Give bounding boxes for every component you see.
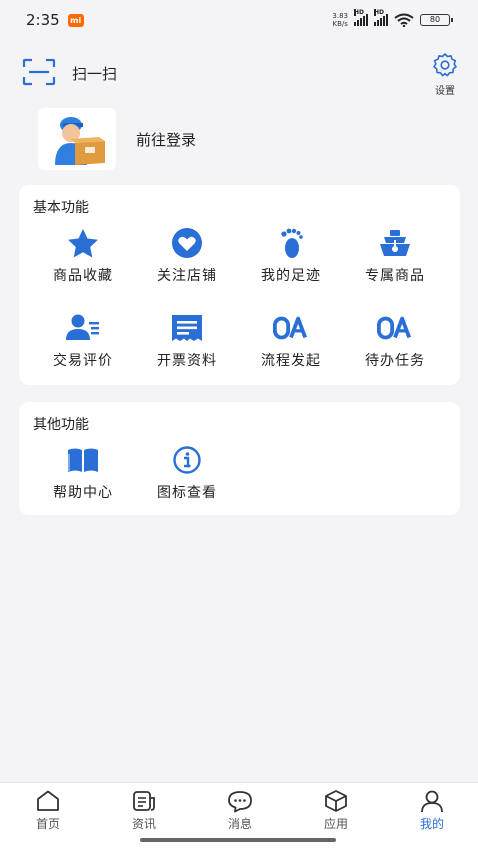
tab-messages[interactable]: 消息: [192, 789, 288, 832]
tab-label: 消息: [227, 817, 252, 831]
avatar[interactable]: [38, 108, 116, 170]
profile-login[interactable]: 前往登录: [38, 108, 196, 170]
start-process-item[interactable]: 流程发起: [239, 312, 343, 370]
status-bar: 2:35 mi 3.83 KB/s HD HD 80: [0, 0, 478, 40]
tab-home[interactable]: 首页: [0, 789, 96, 832]
followed-stores-item[interactable]: 关注店铺: [135, 227, 239, 285]
tab-mine[interactable]: 我的: [384, 789, 478, 832]
battery-icon: 80: [420, 14, 453, 26]
invoice-info-item[interactable]: 开票资料: [135, 312, 239, 370]
scan-icon[interactable]: [22, 58, 56, 86]
tab-label: 应用: [323, 817, 348, 831]
footprint-icon: [281, 228, 303, 258]
delivery-person-avatar-icon: [55, 117, 105, 165]
signal-hd-label: HD: [374, 9, 385, 16]
grid-item-label: 专属商品: [365, 268, 425, 284]
home-indicator[interactable]: [140, 838, 336, 842]
news-icon: [133, 791, 155, 811]
grid-item-label: 帮助中心: [53, 485, 113, 501]
signal-icon: HD: [354, 9, 368, 26]
profile-icon: [421, 790, 443, 813]
oa-icon: [377, 316, 411, 340]
settings-button[interactable]: 设置: [430, 52, 460, 97]
message-icon: [228, 791, 252, 813]
icon-view-item[interactable]: 图标查看: [135, 444, 239, 502]
grid-item-label: 交易评价: [53, 353, 113, 369]
login-link[interactable]: 前往登录: [136, 129, 196, 150]
settings-label: 设置: [435, 86, 455, 97]
network-speed-unit: KB/s: [332, 20, 348, 28]
network-speed-value: 3.83: [332, 12, 348, 20]
tab-news[interactable]: 资讯: [96, 789, 192, 832]
tab-label: 首页: [35, 817, 60, 831]
grid-item-label: 流程发起: [261, 353, 321, 369]
other-functions-card: 其他功能 帮助中心 图标查看: [19, 402, 460, 515]
exclusive-goods-icon: [380, 230, 410, 256]
network-speed: 3.83 KB/s: [332, 12, 348, 28]
basic-functions-card: 基本功能 商品收藏 关注店铺 我的足迹 专属商品 交易评价 开票资料 流程发起 …: [19, 185, 460, 385]
tab-label: 资讯: [131, 817, 156, 831]
gear-icon: [433, 53, 457, 77]
top-bar: 扫一扫 设置: [0, 50, 478, 100]
signal-hd-label: HD: [354, 9, 365, 16]
grid-item-label: 商品收藏: [53, 268, 113, 284]
grid-item-label: 我的足迹: [261, 268, 321, 284]
grid-item-label: 图标查看: [157, 485, 217, 501]
signal-icon: HD: [374, 9, 388, 26]
invoice-icon: [172, 315, 202, 341]
tab-label: 我的: [419, 817, 444, 831]
scan-label[interactable]: 扫一扫: [72, 63, 117, 84]
app-box-icon: [325, 790, 347, 812]
heart-icon: [172, 228, 202, 258]
section-title: 其他功能: [33, 417, 89, 433]
oa-icon: [273, 316, 307, 340]
clock: 2:35: [26, 11, 60, 29]
star-icon: [68, 229, 98, 258]
exclusive-goods-item[interactable]: 专属商品: [343, 227, 447, 285]
mi-notification-icon: mi: [67, 13, 84, 27]
grid-item-label: 开票资料: [157, 353, 217, 369]
user-review-icon: [66, 314, 99, 340]
section-title: 基本功能: [33, 200, 89, 216]
grid-item-label: 关注店铺: [157, 268, 217, 284]
home-icon: [37, 790, 59, 811]
help-center-item[interactable]: 帮助中心: [31, 444, 135, 502]
wifi-icon: [394, 13, 414, 27]
transaction-review-item[interactable]: 交易评价: [31, 312, 135, 370]
footprints-item[interactable]: 我的足迹: [239, 227, 343, 285]
todo-tasks-item[interactable]: 待办任务: [343, 312, 447, 370]
tab-apps[interactable]: 应用: [288, 789, 384, 832]
book-icon: [68, 448, 98, 472]
favorites-item[interactable]: 商品收藏: [31, 227, 135, 285]
info-icon: [173, 446, 201, 474]
grid-item-label: 待办任务: [365, 353, 425, 369]
